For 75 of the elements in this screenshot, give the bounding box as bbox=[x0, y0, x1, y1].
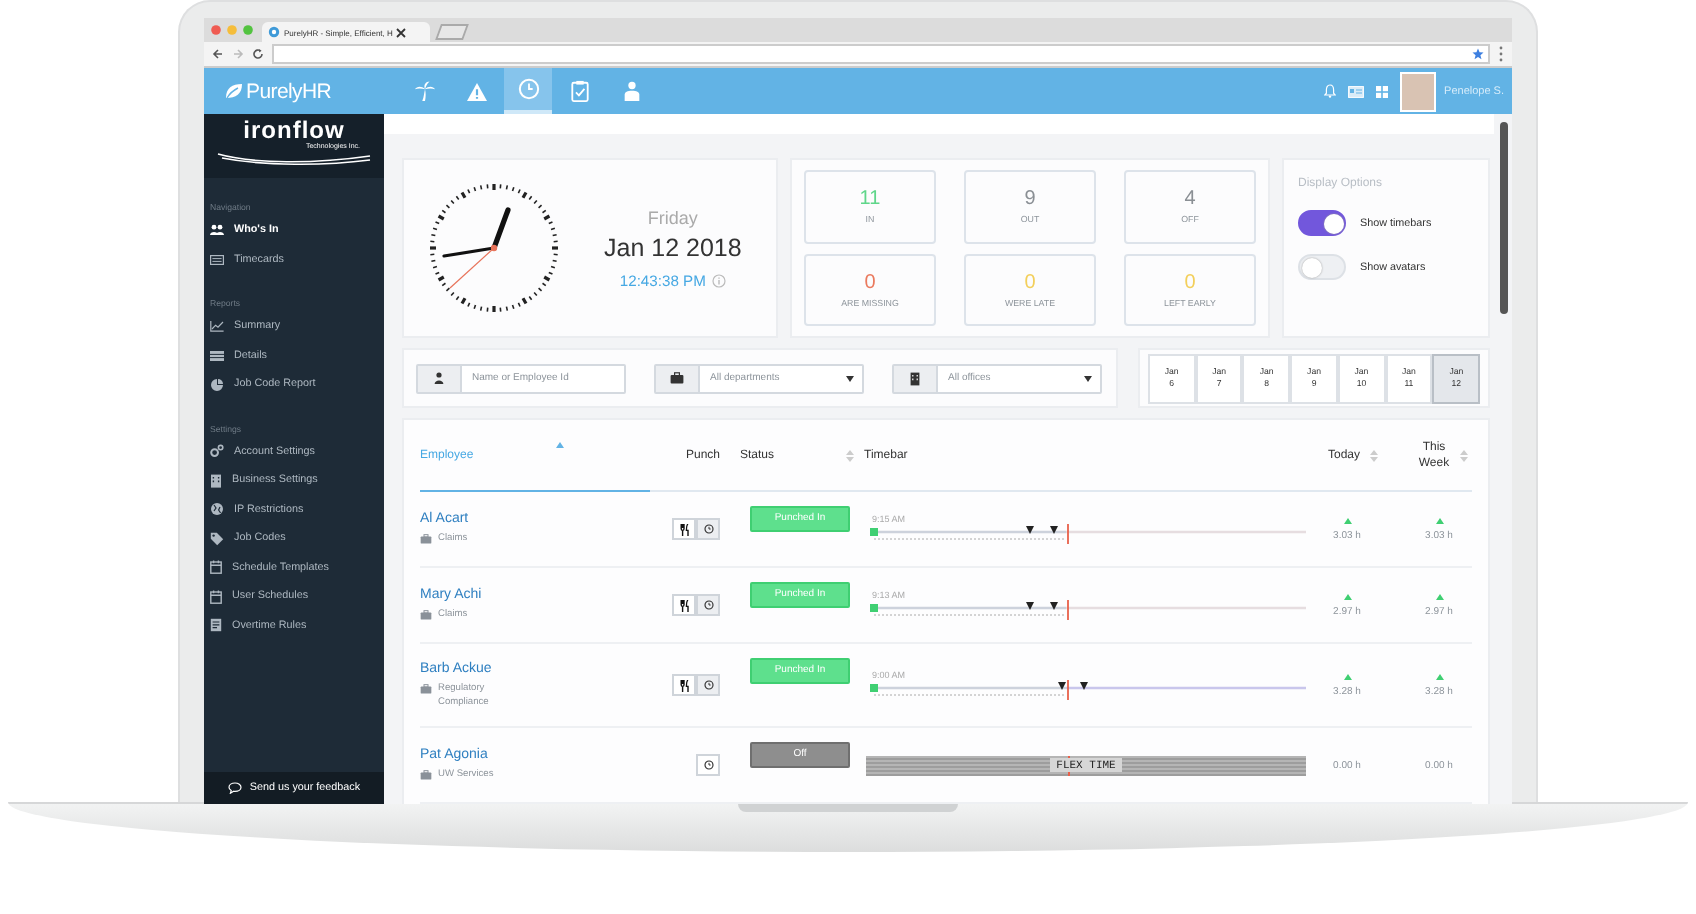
globe-icon bbox=[210, 502, 224, 517]
close-icon[interactable] bbox=[396, 27, 407, 37]
warning-icon bbox=[465, 81, 487, 101]
stat-value: 9 bbox=[1024, 188, 1036, 211]
clock-icon bbox=[703, 680, 713, 690]
reload-icon[interactable] bbox=[252, 48, 264, 60]
caret-icon bbox=[846, 375, 854, 381]
scrollbar[interactable] bbox=[1494, 114, 1512, 804]
clock-icon bbox=[703, 600, 713, 610]
punch-button[interactable] bbox=[696, 674, 720, 696]
caret-icon bbox=[1084, 375, 1092, 381]
tag-icon bbox=[210, 531, 224, 546]
chat-icon bbox=[227, 782, 242, 794]
stat-value: 11 bbox=[859, 188, 881, 211]
stat-value: 4 bbox=[1184, 188, 1196, 211]
star-icon[interactable] bbox=[1472, 48, 1484, 60]
clock-icon bbox=[703, 760, 713, 770]
punch-button[interactable] bbox=[696, 518, 720, 540]
clock-icon bbox=[517, 78, 539, 100]
briefcase-icon bbox=[420, 610, 432, 620]
stat-value: 0 bbox=[1024, 271, 1036, 294]
sort-icon bbox=[1460, 449, 1468, 461]
calendar-icon bbox=[210, 589, 222, 604]
avatar-placeholder[interactable] bbox=[1400, 71, 1437, 111]
forward-icon[interactable] bbox=[232, 48, 244, 60]
nav-tab[interactable] bbox=[504, 68, 552, 114]
break-button[interactable] bbox=[672, 518, 696, 540]
clock-icon bbox=[703, 524, 713, 534]
bell-icon[interactable] bbox=[1324, 84, 1337, 98]
sort-icon bbox=[846, 449, 854, 461]
stat-value: 0 bbox=[864, 271, 876, 294]
calendar-icon bbox=[210, 560, 222, 575]
briefcase-icon bbox=[420, 683, 432, 693]
briefcase-icon bbox=[420, 770, 432, 780]
briefcase-icon bbox=[670, 372, 684, 384]
weekday-label: Friday bbox=[647, 207, 698, 227]
grid-icon[interactable] bbox=[1376, 85, 1389, 97]
chart-icon bbox=[210, 320, 224, 333]
sort-up-icon bbox=[556, 442, 564, 448]
stat-value: 0 bbox=[1184, 271, 1196, 294]
fork-knife-icon bbox=[679, 679, 689, 691]
briefcase-icon bbox=[420, 534, 432, 544]
leaf-logo-icon bbox=[224, 82, 244, 100]
person-icon bbox=[434, 372, 444, 384]
clipboard-icon bbox=[570, 80, 590, 102]
punch-button[interactable] bbox=[696, 754, 720, 776]
fork-knife-icon bbox=[679, 599, 689, 611]
info-icon[interactable] bbox=[711, 273, 726, 287]
analog-clock-drawing bbox=[424, 178, 564, 318]
people-icon bbox=[210, 224, 224, 237]
building-icon bbox=[910, 371, 920, 385]
favicon-icon bbox=[268, 26, 280, 38]
palm-tree-icon bbox=[413, 80, 435, 102]
break-button[interactable] bbox=[672, 594, 696, 616]
menu-icon[interactable] bbox=[1498, 46, 1504, 62]
card-icon bbox=[210, 253, 224, 266]
fork-knife-icon bbox=[679, 523, 689, 535]
window-controls-icon[interactable] bbox=[210, 24, 254, 36]
back-icon[interactable] bbox=[212, 48, 224, 60]
list-icon bbox=[210, 349, 224, 362]
document-icon bbox=[210, 618, 222, 633]
date-label: Jan 12 2018 bbox=[604, 233, 742, 261]
swoosh-icon bbox=[214, 150, 374, 166]
building-icon bbox=[210, 473, 222, 488]
pie-icon bbox=[210, 377, 224, 392]
address-field[interactable] bbox=[272, 44, 1490, 64]
id-card-icon[interactable] bbox=[1348, 85, 1365, 97]
person-icon bbox=[622, 80, 642, 102]
toggle-switch[interactable] bbox=[1298, 210, 1346, 236]
break-button[interactable] bbox=[672, 674, 696, 696]
company-logo-name: ironflow bbox=[243, 118, 345, 142]
new-tab-button[interactable] bbox=[435, 24, 469, 40]
punch-button[interactable] bbox=[696, 594, 720, 616]
sort-icon bbox=[1370, 449, 1378, 461]
gears-icon bbox=[210, 444, 224, 459]
